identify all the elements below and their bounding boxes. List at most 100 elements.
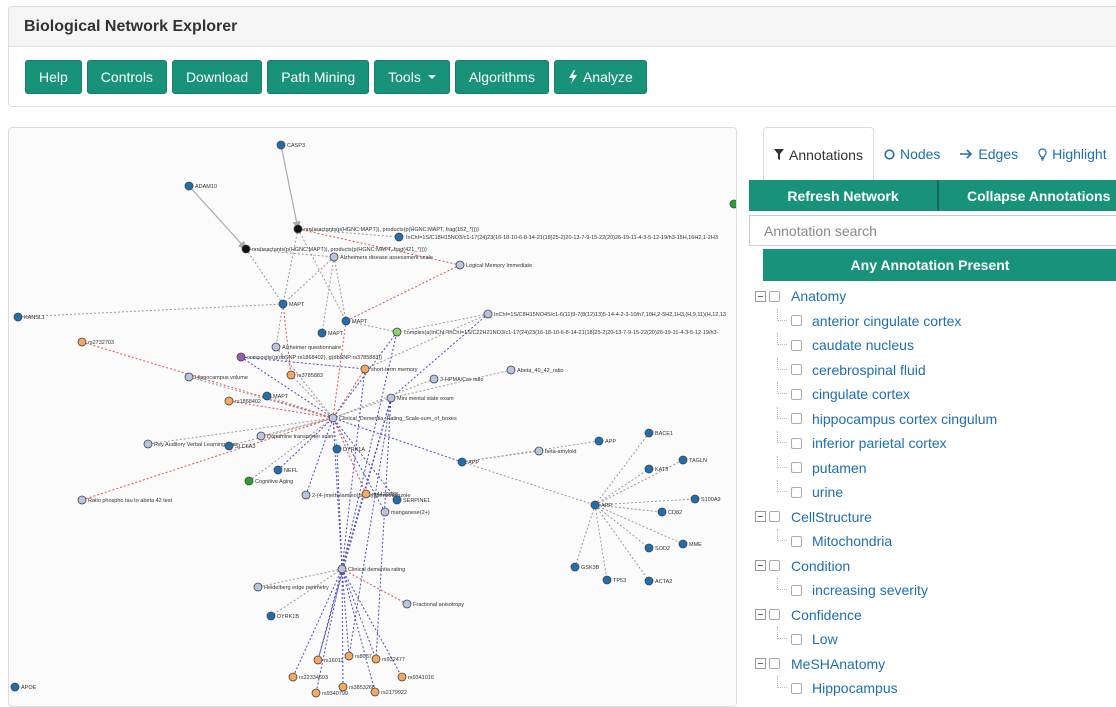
- network-node[interactable]: Ratio phospho tau to abeta 42 test: [77, 495, 173, 505]
- tab-annotations[interactable]: Annotations: [763, 127, 874, 182]
- network-node[interactable]: rs3853268: [338, 682, 375, 692]
- node-circle[interactable]: [360, 364, 370, 374]
- network-node[interactable]: NEFL: [273, 465, 298, 475]
- tab-nodes[interactable]: Nodes: [874, 127, 950, 181]
- network-node[interactable]: manganese(2+): [380, 507, 430, 517]
- node-circle[interactable]: [729, 199, 737, 209]
- network-node[interactable]: KANSL1: [13, 312, 45, 322]
- node-circle[interactable]: [457, 457, 467, 467]
- network-node[interactable]: Clinical dementia rating: [337, 564, 405, 574]
- node-circle[interactable]: [253, 582, 263, 592]
- network-node[interactable]: APP: [594, 436, 616, 446]
- node-circle[interactable]: [429, 374, 439, 384]
- node-circle[interactable]: [602, 575, 612, 585]
- group-checkbox[interactable]: [769, 290, 780, 302]
- network-node[interactable]: Heidelberg edge perimetry: [253, 582, 329, 592]
- node-circle[interactable]: [224, 396, 234, 406]
- network-node[interactable]: MAPT: [317, 328, 344, 338]
- node-circle[interactable]: [386, 393, 396, 403]
- network-node[interactable]: APP: [590, 500, 612, 510]
- annotation-item[interactable]: increasing severity: [749, 578, 1116, 603]
- network-node[interactable]: SOD2: [644, 543, 670, 553]
- tools-dropdown-button[interactable]: Tools: [374, 60, 450, 94]
- annotation-item[interactable]: urine: [749, 480, 1116, 505]
- annotation-item[interactable]: anterior cingulate cortex: [749, 308, 1116, 334]
- group-checkbox[interactable]: [769, 511, 780, 523]
- network-node[interactable]: composite(g(dbSNP:rs1868402), g(dbSNP:rs…: [236, 352, 382, 362]
- annotation-item[interactable]: cingulate cortex: [749, 382, 1116, 407]
- network-node[interactable]: Clinical_Dementia_Rating_Scale-sum_of_bo…: [328, 413, 457, 423]
- network-node[interactable]: rs2732703: [77, 337, 114, 347]
- annotation-group[interactable]: Anatomy: [749, 284, 1116, 309]
- node-circle[interactable]: [644, 464, 654, 474]
- collapse-toggle-icon[interactable]: [755, 560, 766, 572]
- node-circle[interactable]: [644, 543, 654, 553]
- network-node[interactable]: Hippocampus volume: [184, 372, 248, 382]
- network-node[interactable]: rs3785883: [286, 370, 323, 380]
- network-node[interactable]: Dopamine transporter scan: [256, 431, 333, 441]
- network-node[interactable]: APP: [457, 457, 479, 467]
- network-node[interactable]: Cognitive Aging: [244, 476, 293, 486]
- node-circle[interactable]: [402, 599, 412, 609]
- network-node[interactable]: InChI=1S/C8H15NO4S/c1-6(11)9-7(8(12)13)5…: [483, 309, 726, 319]
- annotation-item[interactable]: Low: [749, 627, 1116, 652]
- network-node[interactable]: rs8087: [344, 651, 372, 661]
- network-node[interactable]: rxn(reactants(p(HGNC:MAPT)), products(p(…: [241, 244, 427, 254]
- network-node[interactable]: rs4420638: [361, 489, 398, 499]
- network-node[interactable]: rs9340799: [311, 688, 348, 698]
- network-node[interactable]: ADAM10: [184, 181, 217, 191]
- any-annotation-present-button[interactable]: Any Annotation Present: [763, 249, 1116, 281]
- node-circle[interactable]: [273, 465, 283, 475]
- network-node[interactable]: APOE: [10, 682, 37, 692]
- network-node[interactable]: InChI=1S/C18H15NO3/c1-17(24)23(16-18-10-…: [394, 232, 718, 242]
- collapse-toggle-icon[interactable]: [755, 609, 766, 621]
- annotation-item[interactable]: Mitochondria: [749, 529, 1116, 554]
- annotation-search-input[interactable]: [749, 215, 1116, 246]
- node-circle[interactable]: [380, 507, 390, 517]
- node-circle[interactable]: [184, 372, 194, 382]
- network-node[interactable]: Rey Auditory Verbal Learning Test: [143, 439, 237, 449]
- network-node[interactable]: rs2179922: [370, 687, 407, 697]
- network-node[interactable]: Mini mental state exam: [386, 393, 454, 403]
- node-circle[interactable]: [241, 244, 251, 254]
- node-circle[interactable]: [370, 687, 380, 697]
- network-node[interactable]: BACE1: [644, 428, 673, 438]
- annotation-item-checkbox[interactable]: [791, 535, 802, 547]
- network-node[interactable]: S100A9: [690, 494, 721, 504]
- node-circle[interactable]: [77, 495, 87, 505]
- annotation-item[interactable]: Hippocampus: [749, 676, 1116, 701]
- node-circle[interactable]: [344, 651, 354, 661]
- tab-highlight[interactable]: Highlight: [1028, 127, 1116, 181]
- network-node[interactable]: SERPINE1: [392, 495, 430, 505]
- annotation-item-checkbox[interactable]: [791, 633, 802, 645]
- annotation-item[interactable]: hippocampus cortex cingulum: [749, 406, 1116, 432]
- network-node[interactable]: rxn(reactants(p(HGNC:MAPT)), products(p(…: [293, 224, 479, 234]
- tab-edges[interactable]: Edges: [950, 127, 1028, 181]
- network-node[interactable]: MME: [678, 539, 702, 549]
- annotation-item-checkbox[interactable]: [791, 584, 802, 596]
- download-button[interactable]: Download: [171, 60, 263, 94]
- network-node[interactable]: Fractional anisotropy: [402, 599, 464, 609]
- annotation-item-checkbox[interactable]: [791, 315, 802, 327]
- network-node[interactable]: MAPT: [341, 316, 368, 326]
- algorithms-button[interactable]: Algorithms: [454, 60, 549, 94]
- network-canvas-panel[interactable]: CASP3 ADAM10 rxn(reactants(p(HGNC:MAPT)), …: [8, 127, 737, 707]
- node-circle[interactable]: [361, 489, 371, 499]
- node-circle[interactable]: [644, 428, 654, 438]
- collapse-toggle-icon[interactable]: [755, 658, 766, 670]
- node-circle[interactable]: [317, 328, 327, 338]
- collapse-annotations-button[interactable]: Collapse Annotations: [939, 180, 1116, 211]
- node-circle[interactable]: [293, 224, 303, 234]
- node-circle[interactable]: [266, 611, 276, 621]
- controls-button[interactable]: Controls: [86, 60, 167, 94]
- annotation-item-checkbox[interactable]: [791, 437, 802, 449]
- network-node[interactable]: CASP3: [276, 140, 305, 150]
- network-node[interactable]: DYRK1B: [266, 611, 299, 621]
- node-circle[interactable]: [644, 576, 654, 586]
- annotation-item[interactable]: caudate nucleus: [749, 333, 1116, 358]
- node-circle[interactable]: [332, 444, 342, 454]
- node-circle[interactable]: [313, 655, 323, 665]
- annotation-group[interactable]: Condition: [749, 554, 1116, 579]
- node-circle[interactable]: [10, 682, 20, 692]
- network-node[interactable]: Alzheimer questionnaire: [271, 342, 341, 352]
